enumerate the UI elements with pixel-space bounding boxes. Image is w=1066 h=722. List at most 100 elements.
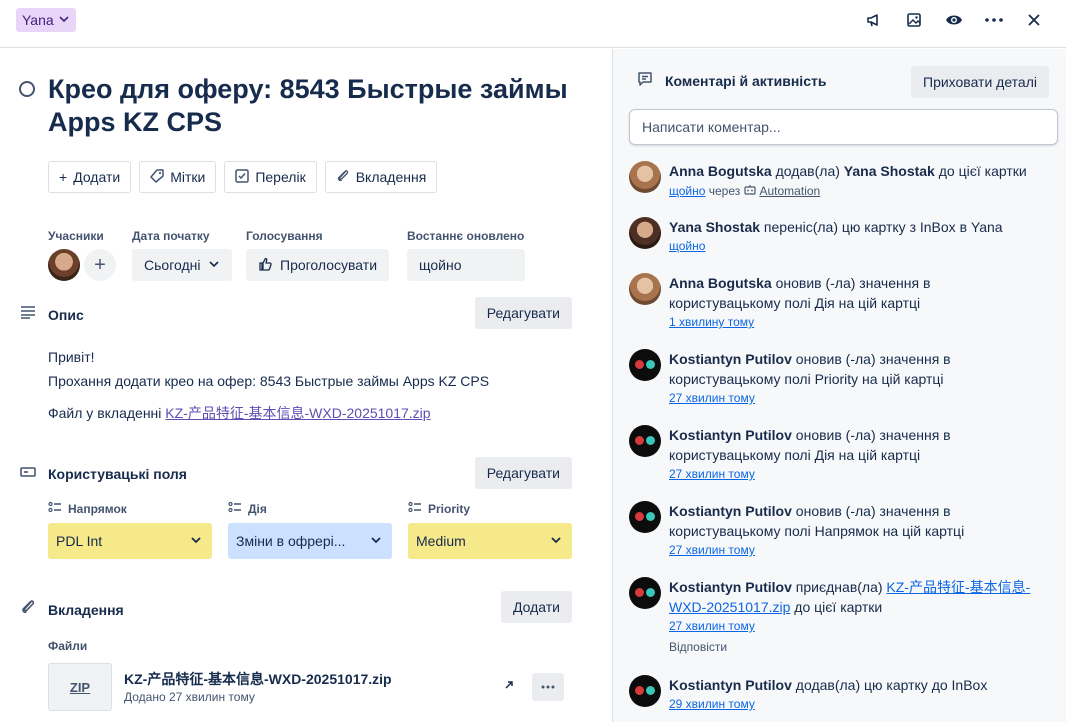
avatar[interactable] [629,675,661,707]
activity-target[interactable]: Yana Shostak [844,163,935,179]
image-icon[interactable] [898,8,930,32]
complete-checkbox[interactable] [19,81,35,97]
description-file-link[interactable]: KZ-产品特征-基本信息-WXD-20251017.zip [165,405,430,421]
activity-author[interactable]: Kostiantyn Putilov [669,503,792,519]
file-name[interactable]: KZ-产品特征-基本信息-WXD-20251017.zip [124,669,392,689]
description-body[interactable]: Привіт! Прохання додати крео на офер: 85… [48,345,489,425]
activity-author[interactable]: Anna Bogutska [669,163,772,179]
activity-time[interactable]: 27 хвилин тому [669,389,975,407]
file-thumbnail[interactable]: ZIP [48,663,112,711]
file-more-button[interactable] [532,673,564,701]
description-line: Привіт! [48,349,95,365]
avatar[interactable] [629,217,661,249]
activity-author[interactable]: Kostiantyn Putilov [669,427,792,443]
votes-label: Голосування [246,229,323,243]
list-name: Yana [22,12,54,28]
megaphone-icon[interactable] [858,8,890,32]
activity-action: переніс(ла) цю картку з InBox в Yana [760,219,1003,235]
field-select-action[interactable]: Зміни в офрері... [228,523,392,559]
card-actions: + Додати Мітки Перелік Вкладення [48,161,438,193]
activity-via: через [705,184,744,198]
edit-custom-fields-button[interactable]: Редагувати [474,457,572,489]
header-actions [858,8,1050,32]
list-badge[interactable]: Yana [16,8,76,32]
hide-details-button[interactable]: Приховати деталі [911,66,1049,98]
attachment-button[interactable]: Вкладення [324,161,438,193]
activity-time[interactable]: 27 хвилин тому [669,465,975,483]
add-button[interactable]: + Додати [48,161,132,193]
avatar[interactable] [629,161,661,193]
activity-time[interactable]: 27 хвилин тому [669,617,1045,635]
field-label-priority: Priority [408,501,470,516]
labels-button[interactable]: Мітки [139,161,217,193]
field-value: PDL Int [56,533,103,549]
activity-time[interactable]: 27 хвилин тому [669,541,995,559]
vote-button[interactable]: Проголосувати [246,249,390,281]
description-heading: Опис [20,305,84,324]
checklist-button[interactable]: Перелік [224,161,317,193]
activity-action: додав(ла) [771,163,844,179]
chevron-down-icon [208,257,220,273]
automation-link[interactable]: Automation [760,184,821,198]
avatar[interactable] [629,425,661,457]
more-icon[interactable] [978,8,1010,32]
field-value: Medium [416,533,466,549]
activity-author[interactable]: Kostiantyn Putilov [669,677,792,693]
attachments-title: Вкладення [48,601,124,618]
card-main-panel: Крео для оферу: 8543 Быстрые займы Apps … [0,49,612,722]
reply-link[interactable]: Відповісти [669,638,1045,656]
field-icon [48,501,62,516]
field-icon [408,501,422,516]
avatar[interactable] [48,249,80,281]
avatar[interactable] [629,349,661,381]
custom-fields-icon [20,465,36,483]
activity-item: Kostiantyn Putilov оновив (-ла) значення… [629,501,1049,559]
start-date-value: Сьогодні [144,257,201,273]
paperclip-icon [20,599,36,620]
card-title[interactable]: Крео для оферу: 8543 Быстрые займы Apps … [48,73,588,139]
description-file-prefix: Файл у вкладенні [48,405,166,421]
avatar[interactable] [629,577,661,609]
activity-heading: Коментарі й активність [637,71,826,90]
avatar[interactable] [629,273,661,305]
add-attachment-button[interactable]: Додати [501,591,572,623]
description-line: Файл у вкладенні KZ-产品特征-基本信息-WXD-202510… [48,401,489,425]
start-date-button[interactable]: Сьогодні [132,249,233,281]
field-label-text: Priority [428,501,471,516]
comment-input[interactable] [629,109,1058,145]
activity-time[interactable]: щойно [669,237,1003,255]
avatar[interactable] [629,501,661,533]
activity-item: Anna Bogutska оновив (-ла) значення в ко… [629,273,1049,331]
edit-description-button[interactable]: Редагувати [474,297,572,329]
close-icon[interactable] [1018,8,1050,32]
activity-time[interactable]: щойно [669,184,705,198]
activity-author[interactable]: Anna Bogutska [669,275,772,291]
attachments-heading: Вкладення [20,599,124,620]
eye-icon[interactable] [938,8,970,32]
chevron-down-icon [550,533,562,549]
field-label-direction: Напрямок [48,501,127,516]
last-updated-label: Востаннє оновлено [407,229,525,243]
activity-action: приєднав(ла) [791,579,887,595]
add-member-button[interactable]: + [84,249,116,281]
activity-time[interactable]: 1 хвилину тому [669,313,955,331]
activity-item: Kostiantyn Putilov оновив (-ла) значення… [629,425,1049,483]
activity-text: Kostiantyn Putilov приєднав(ла) KZ-产品特征-… [665,577,1045,656]
custom-fields-heading: Користувацькі поля [20,465,187,483]
field-select-direction[interactable]: PDL Int [48,523,212,559]
activity-author[interactable]: Kostiantyn Putilov [669,351,792,367]
field-select-priority[interactable]: Medium [408,523,572,559]
chevron-down-icon [190,533,202,549]
activity-time[interactable]: 29 хвилин тому [669,695,987,713]
open-external-icon[interactable] [504,677,514,693]
activity-title: Коментарі й активність [665,72,827,89]
custom-fields-title: Користувацькі поля [48,466,187,482]
activity-action: до цієї картки [934,163,1027,179]
activity-item: Yana Shostak переніс(ла) цю картку з InB… [629,217,1049,255]
start-date-label: Дата початку [132,229,210,243]
activity-author[interactable]: Yana Shostak [669,219,760,235]
card-header-bar: Yana [0,0,1066,48]
activity-author[interactable]: Kostiantyn Putilov [669,579,792,595]
field-value: Зміни в офрері... [236,533,346,549]
activity-text: Kostiantyn Putilov оновив (-ла) значення… [665,349,975,407]
